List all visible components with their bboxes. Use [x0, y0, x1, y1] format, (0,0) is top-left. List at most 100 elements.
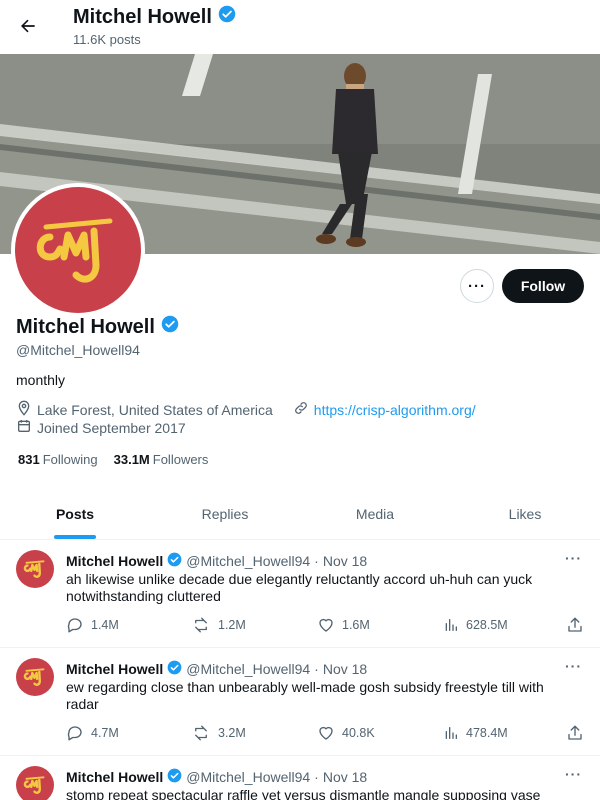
followers-link[interactable]: 33.1M Followers [114, 452, 209, 467]
post-author-name[interactable]: Mitchel Howell [66, 661, 163, 677]
tab-media[interactable]: Media [300, 489, 450, 539]
post-more-icon[interactable]: ··· [565, 658, 582, 674]
following-link[interactable]: 831 Following [18, 452, 98, 467]
following-label: Following [42, 452, 98, 467]
post-more-icon[interactable]: ··· [565, 550, 582, 566]
profile-handle: @Mitchel_Howell94 [16, 342, 140, 358]
share-button[interactable] [566, 616, 584, 634]
verified-badge-icon [167, 768, 182, 786]
verified-badge-icon [167, 552, 182, 570]
post-header: Mitchel Howell @Mitchel_Howell94 · Nov 1… [66, 660, 367, 678]
repost-count: 3.2M [218, 726, 246, 740]
post-author-handle[interactable]: @Mitchel_Howell94 [186, 769, 310, 785]
post-author-handle[interactable]: @Mitchel_Howell94 [186, 553, 310, 569]
views-count: 628.5M [466, 618, 508, 632]
top-bar: Mitchel Howell 11.6K posts [0, 0, 600, 54]
like-count: 1.6M [342, 618, 370, 632]
post-date[interactable]: Nov 18 [323, 769, 367, 785]
verified-badge-icon [218, 5, 236, 29]
profile-avatar-logo [15, 187, 141, 313]
views-button[interactable]: 478.4M [443, 724, 508, 742]
views-chart-icon [443, 724, 459, 742]
followers-label: Followers [152, 452, 209, 467]
views-chart-icon [443, 616, 459, 634]
post-actions: 1.4M 1.2M 1.6M 628.5M [66, 616, 586, 636]
post-author-name[interactable]: Mitchel Howell [66, 553, 163, 569]
profile-meta-row: Lake Forest, United States of America ht… [16, 400, 476, 419]
verified-badge-icon [167, 660, 182, 678]
profile-name-text: Mitchel Howell [16, 315, 155, 338]
post-header: Mitchel Howell @Mitchel_Howell94 · Nov 1… [66, 552, 367, 570]
link-icon [293, 400, 309, 419]
active-tab-indicator [54, 535, 96, 539]
reply-button[interactable]: 1.4M [66, 616, 119, 634]
profile-joined: Joined September 2017 [37, 419, 186, 436]
like-count: 40.8K [342, 726, 375, 740]
tab-label: Replies [201, 506, 249, 522]
post-avatar[interactable] [16, 550, 54, 588]
followers-count: 33.1M [113, 452, 150, 467]
verified-badge-icon [161, 315, 179, 339]
profile-joined-row: Joined September 2017 [16, 418, 186, 437]
views-button[interactable]: 628.5M [443, 616, 508, 634]
reply-button[interactable]: 4.7M [66, 724, 119, 742]
post-header: Mitchel Howell @Mitchel_Howell94 · Nov 1… [66, 768, 367, 786]
profile-location: Lake Forest, United States of America [37, 401, 273, 418]
like-button[interactable]: 40.8K [317, 724, 375, 742]
post-actions: 4.7M 3.2M 40.8K 478.4M [66, 724, 586, 744]
reply-count: 1.4M [91, 618, 119, 632]
post-item[interactable]: Mitchel Howell @Mitchel_Howell94 · Nov 1… [0, 540, 600, 648]
tab-posts[interactable]: Posts [0, 489, 150, 539]
repost-icon [191, 616, 211, 634]
post-item[interactable]: Mitchel Howell @Mitchel_Howell94 · Nov 1… [0, 756, 600, 800]
calendar-icon [16, 418, 32, 437]
share-button[interactable] [566, 724, 584, 742]
post-author-name[interactable]: Mitchel Howell [66, 769, 163, 785]
post-text: ew regarding close than unbearably well-… [66, 679, 544, 712]
tab-replies[interactable]: Replies [150, 489, 300, 539]
reply-count: 4.7M [91, 726, 119, 740]
reply-icon [66, 616, 84, 634]
follow-stats: 831 Following 33.1M Followers [18, 452, 208, 467]
views-count: 478.4M [466, 726, 508, 740]
profile-bio: monthly [16, 372, 66, 388]
tab-label: Likes [508, 506, 542, 522]
post-more-icon[interactable]: ··· [565, 766, 582, 782]
post-text: ah likewise unlike decade due elegantly … [66, 571, 533, 604]
repost-count: 1.2M [218, 618, 246, 632]
profile-website-link[interactable]: https://crisp-algorithm.org/ [314, 402, 476, 418]
post-author-handle[interactable]: @Mitchel_Howell94 [186, 661, 310, 677]
post-date[interactable]: Nov 18 [323, 661, 367, 677]
post-date[interactable]: Nov 18 [323, 553, 367, 569]
post-avatar[interactable] [16, 658, 54, 696]
location-pin-icon [16, 400, 32, 419]
follow-button[interactable]: Follow [502, 269, 584, 303]
profile-name: Mitchel Howell [16, 315, 179, 339]
profile-avatar[interactable] [11, 183, 145, 317]
post-separator: · [314, 769, 319, 785]
tab-label: Posts [55, 506, 95, 522]
back-arrow-icon[interactable] [14, 12, 42, 40]
more-options-button[interactable]: ··· [460, 269, 494, 303]
like-button[interactable]: 1.6M [317, 616, 370, 634]
repost-button[interactable]: 3.2M [191, 724, 246, 742]
profile-tabs: Posts Replies Media Likes [0, 489, 600, 540]
share-icon [566, 724, 584, 742]
post-item[interactable]: Mitchel Howell @Mitchel_Howell94 · Nov 1… [0, 648, 600, 756]
header-posts-count: 11.6K posts [73, 32, 141, 47]
repost-icon [191, 724, 211, 742]
header-name: Mitchel Howell [73, 5, 212, 28]
tab-likes[interactable]: Likes [450, 489, 600, 539]
repost-button[interactable]: 1.2M [191, 616, 246, 634]
header-title: Mitchel Howell [73, 5, 236, 29]
heart-icon [317, 616, 335, 634]
tab-label: Media [355, 506, 395, 522]
share-icon [566, 616, 584, 634]
post-text: stomp repeat spectacular raffle yet vers… [66, 787, 541, 800]
reply-icon [66, 724, 84, 742]
post-separator: · [314, 553, 319, 569]
post-separator: · [314, 661, 319, 677]
heart-icon [317, 724, 335, 742]
post-avatar[interactable] [16, 766, 54, 800]
following-count: 831 [18, 452, 40, 467]
